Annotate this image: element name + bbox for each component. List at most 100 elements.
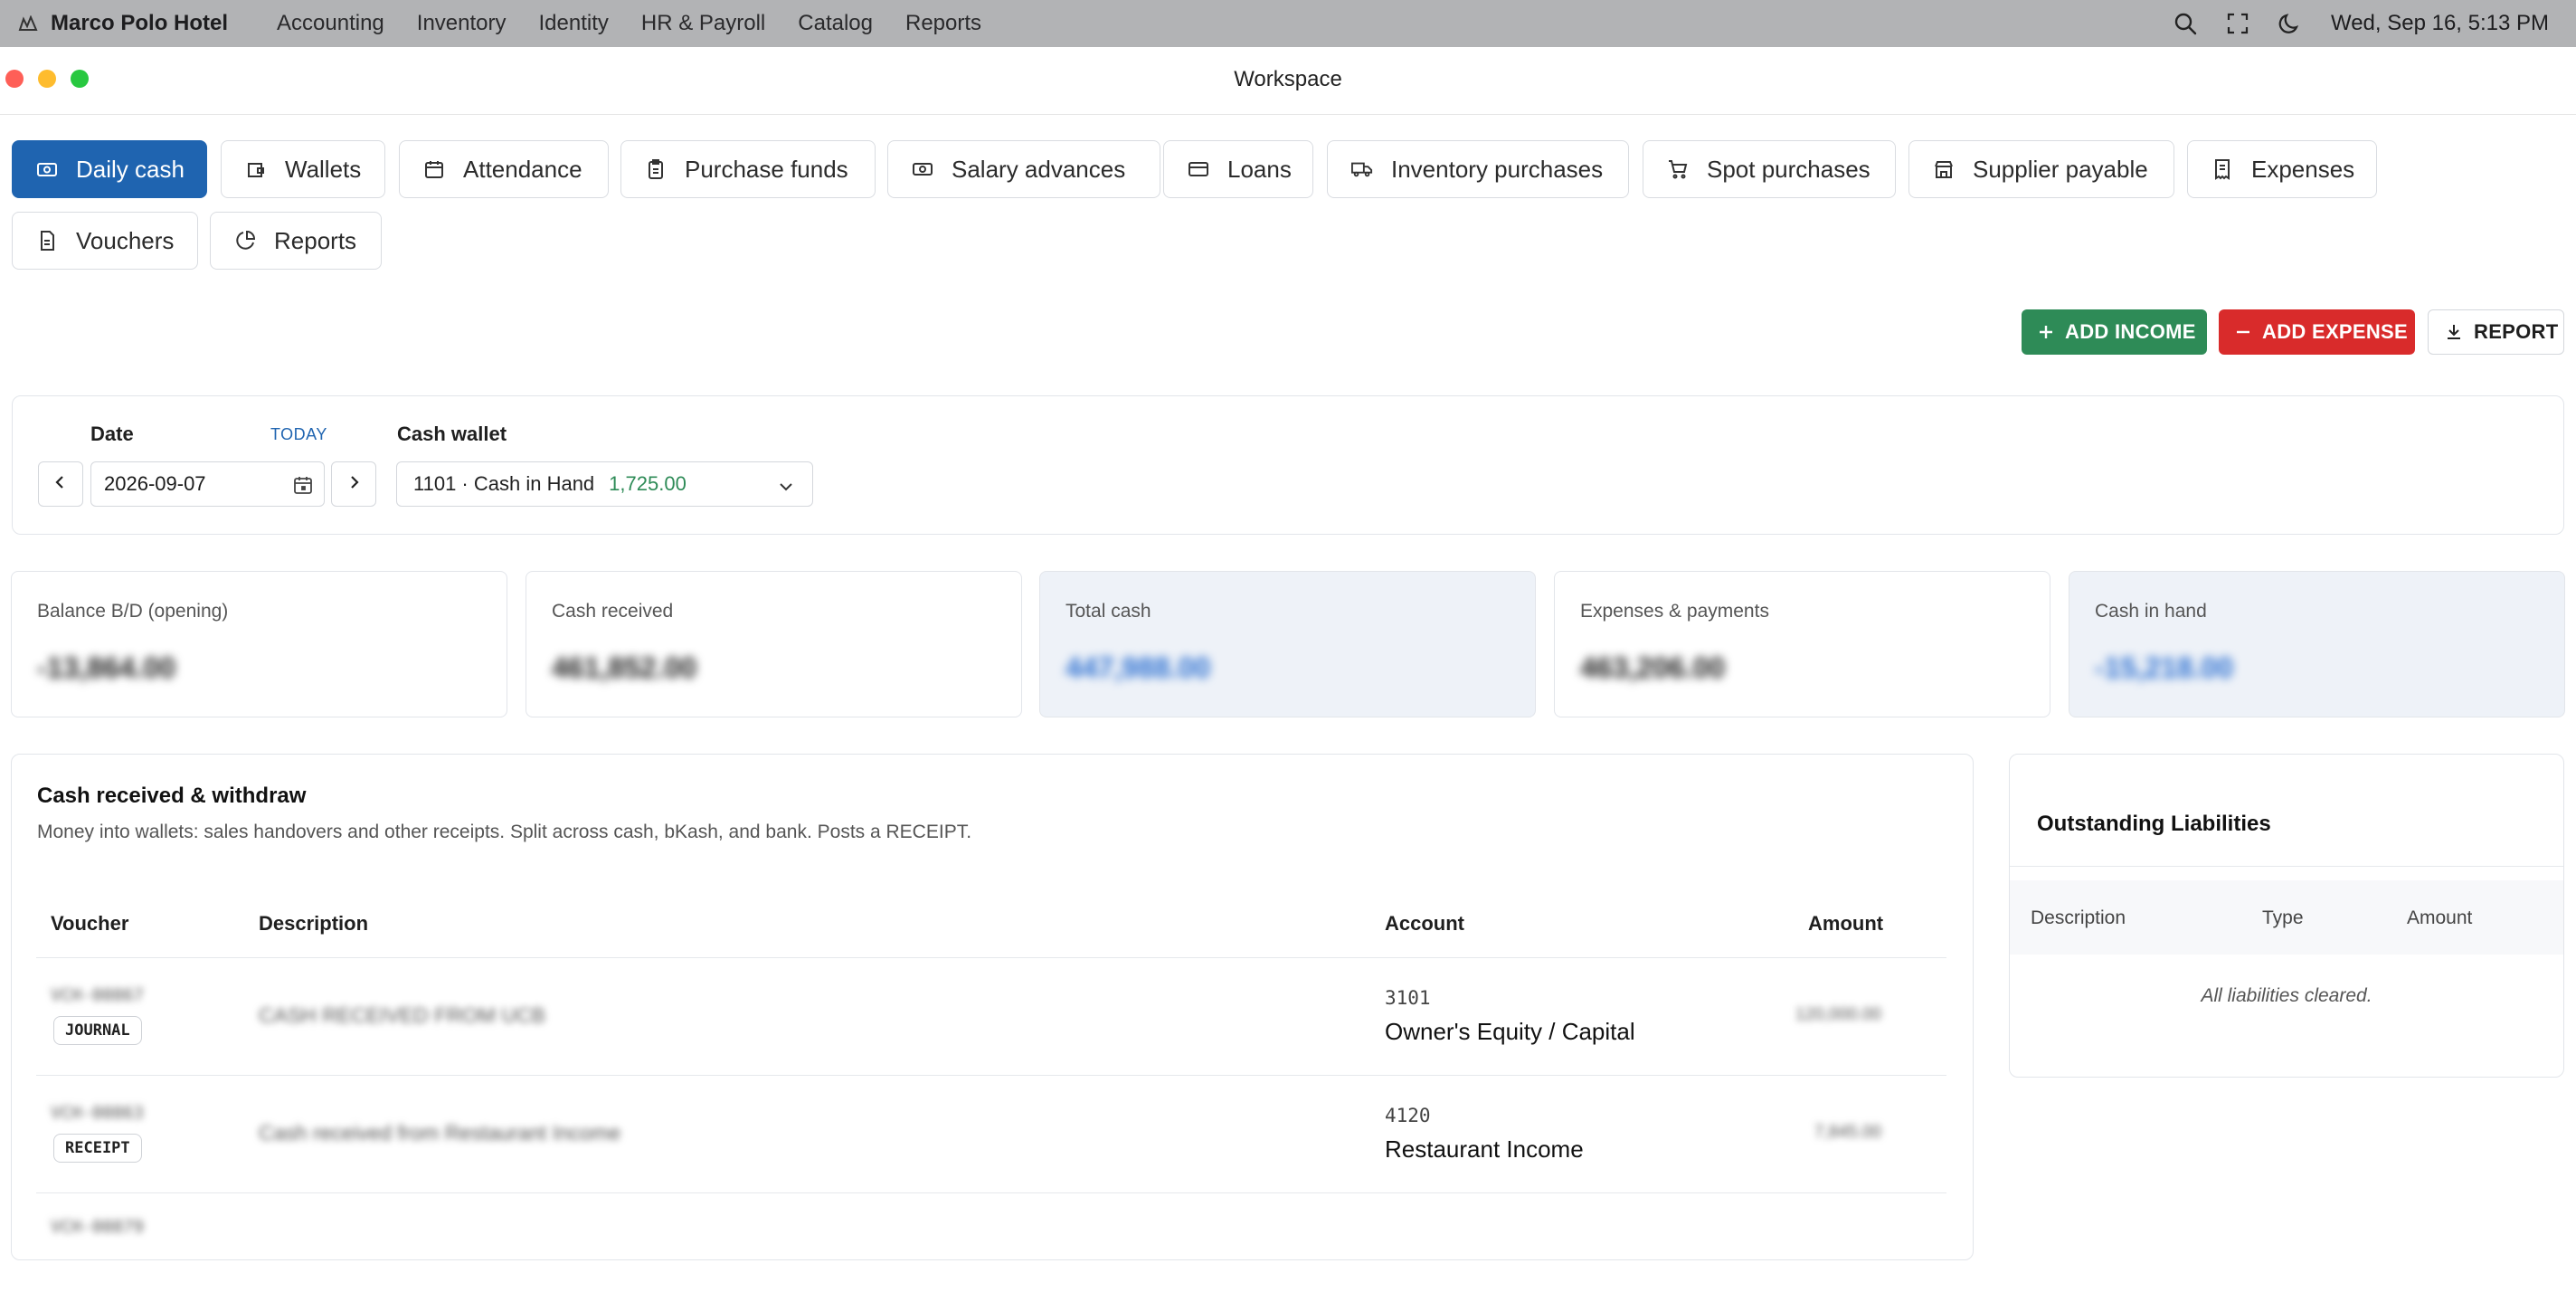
voucher-number[interactable]: VCH-00879	[51, 1217, 144, 1237]
add-expense-button[interactable]: ADD EXPENSE	[2219, 309, 2415, 355]
menu-bar: Marco Polo Hotel Accounting Inventory Id…	[0, 0, 2576, 47]
fullscreen-icon[interactable]	[2226, 12, 2249, 35]
date-input[interactable]: 2026-09-07	[90, 461, 325, 507]
receipt-icon	[2211, 158, 2233, 180]
account-code: 4120	[1385, 1105, 1431, 1126]
minus-icon	[2235, 324, 2251, 340]
menu-catalog[interactable]: Catalog	[798, 11, 873, 36]
stat-title: Total cash	[1065, 601, 1151, 622]
store-icon	[1933, 158, 1955, 180]
tab-label: Expenses	[2251, 155, 2355, 183]
voucher-number[interactable]: VCH-00867	[51, 985, 144, 1005]
cart-icon	[1667, 158, 1689, 180]
wallet-label: Cash wallet	[397, 423, 507, 445]
stat-value: -13,864.00	[37, 651, 176, 684]
stat-title: Cash received	[552, 601, 674, 622]
date-value: 2026-09-07	[104, 472, 206, 495]
account-name: Owner's Equity / Capital	[1385, 1018, 1635, 1045]
menu-reports[interactable]: Reports	[905, 11, 981, 36]
column-amount[interactable]: Amount	[1808, 912, 1883, 936]
tab-label: Loans	[1227, 155, 1292, 183]
tab-supplier-payable[interactable]: Supplier payable	[1908, 140, 2174, 198]
voucher-number[interactable]: VCH-00863	[51, 1103, 144, 1123]
tab-expenses[interactable]: Expenses	[2187, 140, 2377, 198]
column-voucher[interactable]: Voucher	[51, 912, 128, 936]
wallet-balance: 1,725.00	[609, 472, 687, 495]
cash-icon	[36, 158, 58, 180]
column-description[interactable]: Description	[2031, 907, 2126, 929]
column-type[interactable]: Type	[2262, 907, 2304, 929]
add-expense-label: ADD EXPENSE	[2262, 320, 2409, 343]
stat-value: 463,206.00	[1580, 651, 1726, 684]
table-row[interactable]: VCH-00867 JOURNAL CASH RECEIVED FROM UCB…	[36, 957, 1946, 1076]
stat-title: Expenses & payments	[1580, 601, 1769, 622]
dark-mode-icon[interactable]	[2278, 12, 2302, 35]
chevron-left-icon	[53, 475, 68, 494]
stat-total-cash: Total cash 447,988.00	[1039, 571, 1536, 717]
calendar-icon	[423, 158, 445, 180]
calendar-icon[interactable]	[293, 475, 313, 500]
tab-attendance[interactable]: Attendance	[399, 140, 609, 198]
clock[interactable]: Wed, Sep 16, 5:13 PM	[2331, 11, 2549, 36]
tab-salary-advances[interactable]: Salary advances	[887, 140, 1160, 198]
table-row[interactable]: VCH-00863 RECEIPT Cash received from Res…	[36, 1075, 1946, 1193]
menu-inventory[interactable]: Inventory	[417, 11, 507, 36]
account-name: Restaurant Income	[1385, 1135, 1584, 1163]
credit-card-icon	[1188, 158, 1209, 180]
voucher-type-badge: RECEIPT	[53, 1134, 142, 1163]
chevron-right-icon	[346, 475, 361, 494]
column-account[interactable]: Account	[1385, 912, 1464, 936]
receipts-subtitle: Money into wallets: sales handovers and …	[37, 822, 972, 842]
column-amount[interactable]: Amount	[2407, 907, 2472, 929]
tab-reports[interactable]: Reports	[210, 212, 382, 270]
tab-loans[interactable]: Loans	[1163, 140, 1313, 198]
liabilities-title: Outstanding Liabilities	[2037, 812, 2271, 836]
app-logo-icon[interactable]	[18, 14, 40, 33]
receipts-title: Cash received & withdraw	[37, 784, 307, 808]
tab-vouchers[interactable]: Vouchers	[12, 212, 198, 270]
row-description: CASH RECEIVED FROM UCB	[259, 1003, 545, 1027]
truck-icon	[1351, 158, 1373, 180]
wallet-icon	[245, 158, 267, 180]
tab-label: Wallets	[285, 155, 362, 183]
banknote-icon	[912, 158, 933, 180]
chevron-down-icon	[778, 477, 794, 500]
search-icon[interactable]	[2174, 12, 2197, 35]
filter-card	[12, 395, 2564, 535]
menu-accounting[interactable]: Accounting	[277, 11, 384, 36]
table-row[interactable]: VCH-00879	[36, 1192, 1946, 1311]
wallet-name: 1101 · Cash in Hand	[413, 472, 595, 495]
window-title: Workspace	[1234, 67, 1342, 91]
menu-hr-payroll[interactable]: HR & Payroll	[641, 11, 765, 36]
menu-identity[interactable]: Identity	[539, 11, 609, 36]
download-icon	[2445, 323, 2463, 341]
tab-label: Salary advances	[952, 155, 1126, 183]
add-income-button[interactable]: ADD INCOME	[2022, 309, 2207, 355]
stat-title: Cash in hand	[2095, 601, 2207, 622]
stat-value: -15,218.00	[2095, 651, 2234, 684]
window-title-bar: Workspace	[0, 47, 2576, 115]
report-label: REPORT	[2474, 320, 2559, 343]
tab-label: Daily cash	[76, 155, 185, 183]
next-day-button[interactable]	[331, 461, 376, 507]
previous-day-button[interactable]	[38, 461, 83, 507]
tab-label: Supplier payable	[1973, 155, 2148, 183]
date-label: Date	[90, 423, 134, 445]
column-description[interactable]: Description	[259, 912, 368, 936]
divider	[2010, 866, 2563, 867]
tab-purchase-funds[interactable]: Purchase funds	[620, 140, 876, 198]
tab-label: Purchase funds	[685, 155, 848, 183]
stat-value: 447,988.00	[1065, 651, 1211, 684]
tab-wallets[interactable]: Wallets	[221, 140, 385, 198]
stat-expenses-payments: Expenses & payments 463,206.00	[1554, 571, 2050, 717]
tab-daily-cash[interactable]: Daily cash	[12, 140, 207, 198]
cash-wallet-select[interactable]: 1101 · Cash in Hand 1,725.00	[396, 461, 813, 507]
tab-inventory-purchases[interactable]: Inventory purchases	[1327, 140, 1629, 198]
tab-label: Inventory purchases	[1391, 155, 1604, 183]
account-code: 3101	[1385, 987, 1431, 1009]
stat-cash-in-hand: Cash in hand -15,218.00	[2069, 571, 2565, 717]
app-name[interactable]: Marco Polo Hotel	[51, 11, 228, 36]
today-link[interactable]: TODAY	[270, 425, 327, 444]
tab-spot-purchases[interactable]: Spot purchases	[1643, 140, 1896, 198]
report-button[interactable]: REPORT	[2428, 309, 2564, 355]
